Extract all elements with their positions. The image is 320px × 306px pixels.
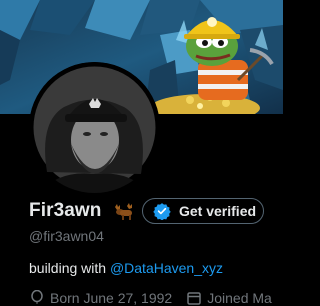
bio-text: building with bbox=[29, 260, 107, 276]
moose-emoji-icon bbox=[111, 201, 136, 221]
calendar-icon bbox=[187, 292, 201, 305]
profile-handle: @fir3awn04 bbox=[29, 228, 104, 244]
joined-date: Joined Ma bbox=[207, 290, 272, 306]
born-date: Born June 27, 1992 bbox=[50, 290, 173, 306]
profile-avatar[interactable] bbox=[29, 62, 160, 193]
profile-meta-row: Born June 27, 1992 Joined Ma bbox=[29, 290, 272, 306]
bio-mention-link[interactable]: @DataHaven_xyz bbox=[110, 260, 223, 276]
get-verified-button[interactable]: Get verified bbox=[142, 198, 264, 224]
balloon-icon bbox=[31, 290, 43, 304]
verified-check-icon bbox=[153, 203, 171, 220]
profile-bio: building with @DataHaven_xyz bbox=[29, 260, 223, 276]
profile-name: Fir3awn bbox=[29, 200, 102, 221]
get-verified-label: Get verified bbox=[179, 203, 257, 219]
